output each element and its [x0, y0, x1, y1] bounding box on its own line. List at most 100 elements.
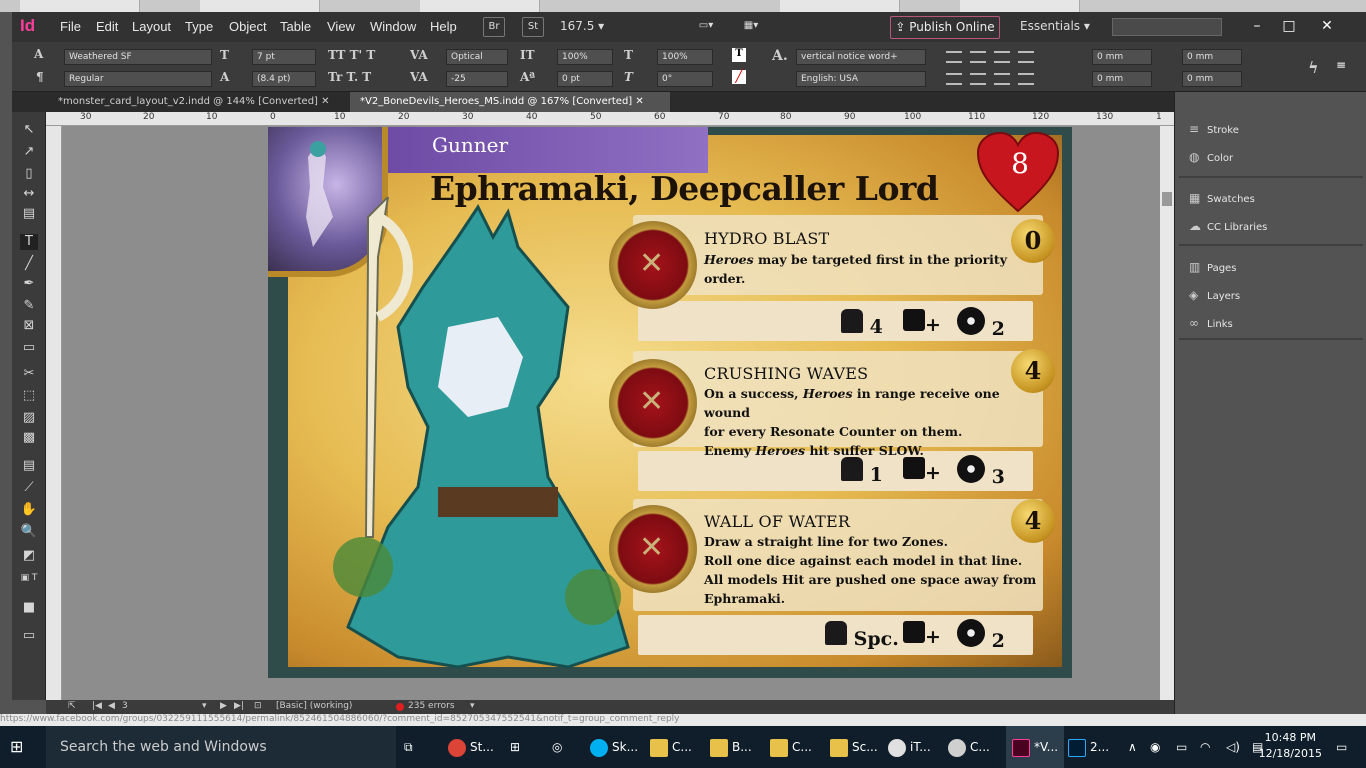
workspace-switcher[interactable]: Essentials ▾	[1020, 19, 1090, 33]
maximize-button[interactable]: □	[1274, 14, 1304, 38]
menu-window[interactable]: Window	[370, 19, 416, 34]
font-family-field[interactable]: Weathered SF	[64, 49, 212, 65]
taskbar-app-other[interactable]: C...	[948, 726, 990, 768]
taskbar-app-folder[interactable]: C...	[650, 726, 692, 768]
panel-pages[interactable]: ▥ Pages	[1189, 260, 1236, 274]
justify-all-icon[interactable]	[1018, 73, 1034, 85]
close-tab-icon[interactable]: ✕	[635, 96, 643, 107]
tray-overflow-icon[interactable]: ∧	[1128, 726, 1137, 768]
formatting-affects-text-icon[interactable]: ▣ T	[20, 570, 38, 586]
panel-stroke[interactable]: ≡ Stroke	[1189, 122, 1239, 136]
battery-icon[interactable]: ▭	[1176, 726, 1187, 768]
align-towards-spine-icon[interactable]	[1018, 51, 1034, 63]
language-field[interactable]: English: USA	[796, 71, 926, 87]
next-page-icon[interactable]: ▶	[220, 701, 227, 711]
panel-menu-icon[interactable]: ≡	[1336, 58, 1346, 72]
align-left-icon[interactable]	[946, 51, 962, 63]
screen-mode-tool-icon[interactable]: ▭	[20, 628, 38, 644]
menu-help[interactable]: Help	[430, 19, 457, 34]
zoom-level[interactable]: 167.5 ▾	[560, 17, 640, 37]
taskbar-app-folder[interactable]: B...	[710, 726, 752, 768]
menu-file[interactable]: File	[60, 19, 81, 34]
page-dropdown-icon[interactable]: ▾	[202, 701, 207, 711]
gradient-feather-tool-icon[interactable]: ▩	[20, 430, 38, 446]
minimize-button[interactable]: –	[1242, 14, 1272, 38]
menu-edit[interactable]: Edit	[96, 19, 118, 34]
browser-tab[interactable]	[20, 0, 140, 12]
gap-tool-icon[interactable]: ↔	[20, 186, 38, 202]
first-page-icon[interactable]: |◀	[92, 701, 102, 711]
volume-icon[interactable]: ◁)	[1226, 726, 1240, 768]
kerning-field[interactable]: Optical	[446, 49, 508, 65]
pencil-tool-icon[interactable]: ✎	[20, 298, 38, 314]
panel-swatches[interactable]: ▦ Swatches	[1189, 191, 1255, 205]
taskbar-app-folder[interactable]: C...	[770, 726, 812, 768]
publish-online-button[interactable]: ⇪ Publish Online	[890, 16, 1000, 39]
justify-center-icon[interactable]	[970, 73, 986, 85]
character-formatting-icon[interactable]: A	[34, 47, 43, 61]
panel-links[interactable]: ∞ Links	[1189, 316, 1233, 330]
menu-object[interactable]: Object	[229, 19, 267, 34]
align-center-icon[interactable]	[970, 51, 986, 63]
line-tool-icon[interactable]: ╱	[20, 256, 38, 272]
last-page-icon[interactable]: ▶|	[234, 701, 244, 711]
windows-start-icon[interactable]: ⊞	[10, 737, 30, 757]
monster-card[interactable]: Gunner Ephramaki, Deepcaller Lord 8 ✕ HY…	[268, 127, 1072, 678]
vertical-scrollbar[interactable]	[1160, 126, 1174, 700]
taskbar-app-chrome[interactable]: St...	[448, 726, 494, 768]
panel-layers[interactable]: ◈ Layers	[1189, 288, 1240, 302]
page-number[interactable]: 3	[122, 701, 128, 711]
justify-left-icon[interactable]	[946, 73, 962, 85]
paragraph-formatting-icon[interactable]: ¶	[36, 70, 44, 84]
panel-cc-libraries[interactable]: ☁ CC Libraries	[1189, 219, 1267, 233]
task-view-icon[interactable]: ⧉	[404, 726, 413, 768]
scroll-thumb[interactable]	[1162, 192, 1172, 206]
content-collector-icon[interactable]: ▤	[20, 206, 38, 222]
tray-app-icon[interactable]: ◉	[1150, 726, 1160, 768]
direct-selection-tool-icon[interactable]: ↗	[20, 144, 38, 160]
page-tool-icon[interactable]: ▯	[20, 166, 38, 182]
ability-crushing-waves[interactable]: ✕ CRUSHING WAVES On a success, Heroes in…	[603, 349, 1055, 501]
menu-type[interactable]: Type	[185, 19, 213, 34]
justify-right-icon[interactable]	[994, 73, 1010, 85]
fill-stroke-icon[interactable]: ◩	[20, 548, 38, 564]
rectangle-tool-icon[interactable]: ▭	[20, 340, 38, 356]
menu-layout[interactable]: Layout	[132, 19, 171, 34]
taskbar-app-skype[interactable]: Sk...	[590, 726, 638, 768]
open-in-window-icon[interactable]: ⇱	[68, 701, 76, 711]
tab-bonedevils-heroes[interactable]: *V2_BoneDevils_Heroes_MS.indd @ 167% [Co…	[350, 92, 670, 112]
notifications-icon[interactable]: ▭	[1336, 726, 1347, 768]
panel-color[interactable]: ◍ Color	[1189, 150, 1233, 164]
ability-wall-of-water[interactable]: ✕ WALL OF WATER Draw a straight line for…	[603, 499, 1055, 669]
zoom-tool-icon[interactable]: 🔍	[20, 524, 38, 540]
apply-color-icon[interactable]: ■	[20, 600, 38, 616]
eyedropper-tool-icon[interactable]: ⟋	[20, 480, 38, 496]
taskbar-clock[interactable]: 10:48 PM 12/18/2015	[1259, 730, 1322, 762]
scissors-tool-icon[interactable]: ✂	[20, 366, 38, 382]
space-before-field[interactable]: 0 mm	[1092, 71, 1152, 87]
browser-tab[interactable]	[780, 0, 900, 12]
stock-button[interactable]: St	[522, 17, 544, 37]
font-style-field[interactable]: Regular	[64, 71, 212, 87]
left-indent-field[interactable]: 0 mm	[1092, 49, 1152, 65]
taskbar-search[interactable]: Search the web and Windows	[46, 726, 396, 768]
pen-tool-icon[interactable]: ✒	[20, 276, 38, 292]
browser-tab[interactable]	[200, 0, 320, 12]
align-right-icon[interactable]	[994, 51, 1010, 63]
small-caps-icon[interactable]: Tr T. T	[328, 70, 371, 84]
close-button[interactable]: ✕	[1312, 14, 1342, 38]
wifi-icon[interactable]: ◠	[1200, 726, 1210, 768]
menu-view[interactable]: View	[327, 19, 355, 34]
gradient-swatch-tool-icon[interactable]: ▨	[20, 410, 38, 426]
font-size-field[interactable]: 7 pt	[252, 49, 316, 65]
horizontal-scale-field[interactable]: 100%	[657, 49, 713, 65]
close-tab-icon[interactable]: ✕	[321, 96, 329, 107]
rectangle-frame-tool-icon[interactable]: ⊠	[20, 318, 38, 334]
previous-page-icon[interactable]: ◀	[108, 701, 115, 711]
quick-apply-icon[interactable]: ϟ	[1308, 58, 1319, 77]
free-transform-tool-icon[interactable]: ⬚	[20, 388, 38, 404]
hand-tool-icon[interactable]: ✋	[20, 502, 38, 518]
type-tool-icon[interactable]: T	[20, 234, 38, 250]
note-tool-icon[interactable]: ▤	[20, 458, 38, 474]
leading-field[interactable]: (8.4 pt)	[252, 71, 316, 87]
